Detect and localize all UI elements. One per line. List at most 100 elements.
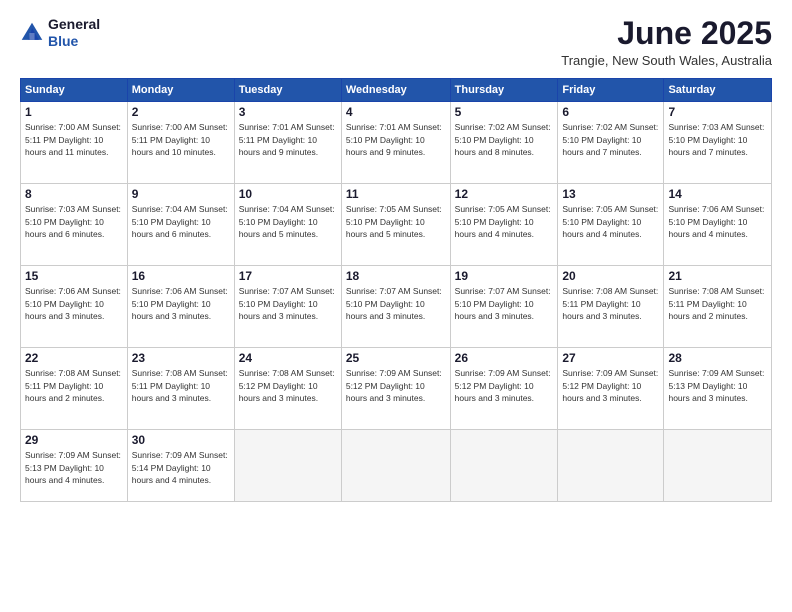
day-number: 8: [25, 187, 123, 201]
table-row: 16Sunrise: 7:06 AM Sunset: 5:10 PM Dayli…: [127, 266, 234, 348]
table-row: 25 Sunrise: 7:09 AM Sunset: 5:12 PM Dayli…: [341, 348, 450, 430]
table-row: 5 Sunrise: 7:02 AM Sunset: 5:10 PM Daylig…: [450, 102, 558, 184]
day-info: Sunrise: 7:08 AM Sunset: 5:11 PM Dayligh…: [562, 285, 659, 322]
header-thursday: Thursday: [450, 79, 558, 102]
day-info: Sunrise: 7:09 AM Sunset: 5:13 PM Dayligh…: [668, 367, 767, 404]
day-number: 2: [132, 105, 230, 119]
day-info: Sunrise: 7:08 AM Sunset: 5:11 PM Dayligh…: [25, 367, 123, 404]
table-row: 28 Sunrise: 7:09 AM Sunset: 5:13 PM Dayli…: [664, 348, 772, 430]
table-row: 2 Sunrise: 7:00 AM Sunset: 5:11 PM Daylig…: [127, 102, 234, 184]
page-header: General Blue June 2025 Trangie, New Sout…: [20, 16, 772, 68]
day-info: Sunrise: 7:00 AM Sunset: 5:11 PM Dayligh…: [132, 121, 230, 158]
day-number: 11: [346, 187, 446, 201]
header-friday: Friday: [558, 79, 664, 102]
header-wednesday: Wednesday: [341, 79, 450, 102]
day-info: Sunrise: 7:06 AM Sunset: 5:10 PM Dayligh…: [132, 285, 230, 322]
header-sunday: Sunday: [21, 79, 128, 102]
day-number: 30: [132, 433, 230, 447]
table-row: [558, 430, 664, 502]
table-row: 8 Sunrise: 7:03 AM Sunset: 5:10 PM Daylig…: [21, 184, 128, 266]
day-number: 1: [25, 105, 123, 119]
day-number: 27: [562, 351, 659, 365]
calendar-header-row: Sunday Monday Tuesday Wednesday Thursday…: [21, 79, 772, 102]
day-info: Sunrise: 7:02 AM Sunset: 5:10 PM Dayligh…: [562, 121, 659, 158]
title-block: June 2025 Trangie, New South Wales, Aust…: [561, 16, 772, 68]
header-monday: Monday: [127, 79, 234, 102]
month-title: June 2025: [561, 16, 772, 51]
day-number: 12: [455, 187, 554, 201]
day-number: 20: [562, 269, 659, 283]
table-row: 14 Sunrise: 7:06 AM Sunset: 5:10 PM Dayli…: [664, 184, 772, 266]
logo: General Blue: [20, 16, 100, 50]
table-row: 19 Sunrise: 7:07 AM Sunset: 5:10 PM Dayli…: [450, 266, 558, 348]
day-info: Sunrise: 7:05 AM Sunset: 5:10 PM Dayligh…: [346, 203, 446, 240]
day-number: 18: [346, 269, 446, 283]
day-info: Sunrise: 7:08 AM Sunset: 5:11 PM Dayligh…: [668, 285, 767, 322]
day-number: 24: [239, 351, 337, 365]
day-number: 5: [455, 105, 554, 119]
day-info: Sunrise: 7:04 AM Sunset: 5:10 PM Dayligh…: [132, 203, 230, 240]
table-row: 7 Sunrise: 7:03 AM Sunset: 5:10 PM Daylig…: [664, 102, 772, 184]
header-tuesday: Tuesday: [234, 79, 341, 102]
day-number: 21: [668, 269, 767, 283]
day-info: Sunrise: 7:07 AM Sunset: 5:10 PM Dayligh…: [455, 285, 554, 322]
day-info: Sunrise: 7:01 AM Sunset: 5:10 PM Dayligh…: [346, 121, 446, 158]
logo-icon: [20, 21, 44, 45]
day-info: Sunrise: 7:03 AM Sunset: 5:10 PM Dayligh…: [668, 121, 767, 158]
day-number: 15: [25, 269, 123, 283]
day-info: Sunrise: 7:05 AM Sunset: 5:10 PM Dayligh…: [455, 203, 554, 240]
day-number: 7: [668, 105, 767, 119]
day-number: 19: [455, 269, 554, 283]
calendar-week-row: 15 Sunrise: 7:06 AM Sunset: 5:10 PM Dayli…: [21, 266, 772, 348]
day-info: Sunrise: 7:09 AM Sunset: 5:12 PM Dayligh…: [346, 367, 446, 404]
day-number: 22: [25, 351, 123, 365]
calendar-week-row: 8 Sunrise: 7:03 AM Sunset: 5:10 PM Daylig…: [21, 184, 772, 266]
day-info: Sunrise: 7:09 AM Sunset: 5:13 PM Dayligh…: [25, 449, 123, 486]
table-row: 17 Sunrise: 7:07 AM Sunset: 5:10 PM Dayli…: [234, 266, 341, 348]
table-row: 20 Sunrise: 7:08 AM Sunset: 5:11 PM Dayli…: [558, 266, 664, 348]
day-number: 26: [455, 351, 554, 365]
table-row: 18 Sunrise: 7:07 AM Sunset: 5:10 PM Dayli…: [341, 266, 450, 348]
day-info: Sunrise: 7:09 AM Sunset: 5:12 PM Dayligh…: [455, 367, 554, 404]
day-info: Sunrise: 7:06 AM Sunset: 5:10 PM Dayligh…: [668, 203, 767, 240]
day-info: Sunrise: 7:07 AM Sunset: 5:10 PM Dayligh…: [346, 285, 446, 322]
day-info: Sunrise: 7:02 AM Sunset: 5:10 PM Dayligh…: [455, 121, 554, 158]
table-row: 30 Sunrise: 7:09 AM Sunset: 5:14 PM Dayli…: [127, 430, 234, 502]
table-row: 11 Sunrise: 7:05 AM Sunset: 5:10 PM Dayli…: [341, 184, 450, 266]
day-info: Sunrise: 7:05 AM Sunset: 5:10 PM Dayligh…: [562, 203, 659, 240]
header-saturday: Saturday: [664, 79, 772, 102]
day-info: Sunrise: 7:01 AM Sunset: 5:11 PM Dayligh…: [239, 121, 337, 158]
table-row: 22 Sunrise: 7:08 AM Sunset: 5:11 PM Dayli…: [21, 348, 128, 430]
location: Trangie, New South Wales, Australia: [561, 53, 772, 68]
logo-text: General Blue: [48, 16, 100, 50]
day-info: Sunrise: 7:06 AM Sunset: 5:10 PM Dayligh…: [25, 285, 123, 322]
day-number: 28: [668, 351, 767, 365]
table-row: 24 Sunrise: 7:08 AM Sunset: 5:12 PM Dayli…: [234, 348, 341, 430]
day-info: Sunrise: 7:03 AM Sunset: 5:10 PM Dayligh…: [25, 203, 123, 240]
day-info: Sunrise: 7:08 AM Sunset: 5:12 PM Dayligh…: [239, 367, 337, 404]
day-number: 29: [25, 433, 123, 447]
day-number: 6: [562, 105, 659, 119]
day-number: 17: [239, 269, 337, 283]
day-number: 13: [562, 187, 659, 201]
table-row: 4 Sunrise: 7:01 AM Sunset: 5:10 PM Daylig…: [341, 102, 450, 184]
table-row: 23Sunrise: 7:08 AM Sunset: 5:11 PM Dayli…: [127, 348, 234, 430]
table-row: [664, 430, 772, 502]
day-number: 10: [239, 187, 337, 201]
day-number: 4: [346, 105, 446, 119]
day-number: 23: [132, 351, 230, 365]
table-row: [341, 430, 450, 502]
table-row: 3Sunrise: 7:01 AM Sunset: 5:11 PM Daylig…: [234, 102, 341, 184]
table-row: 29 Sunrise: 7:09 AM Sunset: 5:13 PM Dayli…: [21, 430, 128, 502]
day-info: Sunrise: 7:09 AM Sunset: 5:14 PM Dayligh…: [132, 449, 230, 486]
day-info: Sunrise: 7:09 AM Sunset: 5:12 PM Dayligh…: [562, 367, 659, 404]
day-info: Sunrise: 7:07 AM Sunset: 5:10 PM Dayligh…: [239, 285, 337, 322]
table-row: 21 Sunrise: 7:08 AM Sunset: 5:11 PM Dayli…: [664, 266, 772, 348]
table-row: 1Sunrise: 7:00 AM Sunset: 5:11 PM Daylig…: [21, 102, 128, 184]
table-row: 27 Sunrise: 7:09 AM Sunset: 5:12 PM Dayli…: [558, 348, 664, 430]
calendar-week-row: 1 Sunrise: 7:00 AM Sunset: 5:11 PM Daylig…: [21, 102, 772, 184]
table-row: 15 Sunrise: 7:06 AM Sunset: 5:10 PM Dayli…: [21, 266, 128, 348]
day-number: 25: [346, 351, 446, 365]
day-number: 14: [668, 187, 767, 201]
table-row: 12 Sunrise: 7:05 AM Sunset: 5:10 PM Dayli…: [450, 184, 558, 266]
